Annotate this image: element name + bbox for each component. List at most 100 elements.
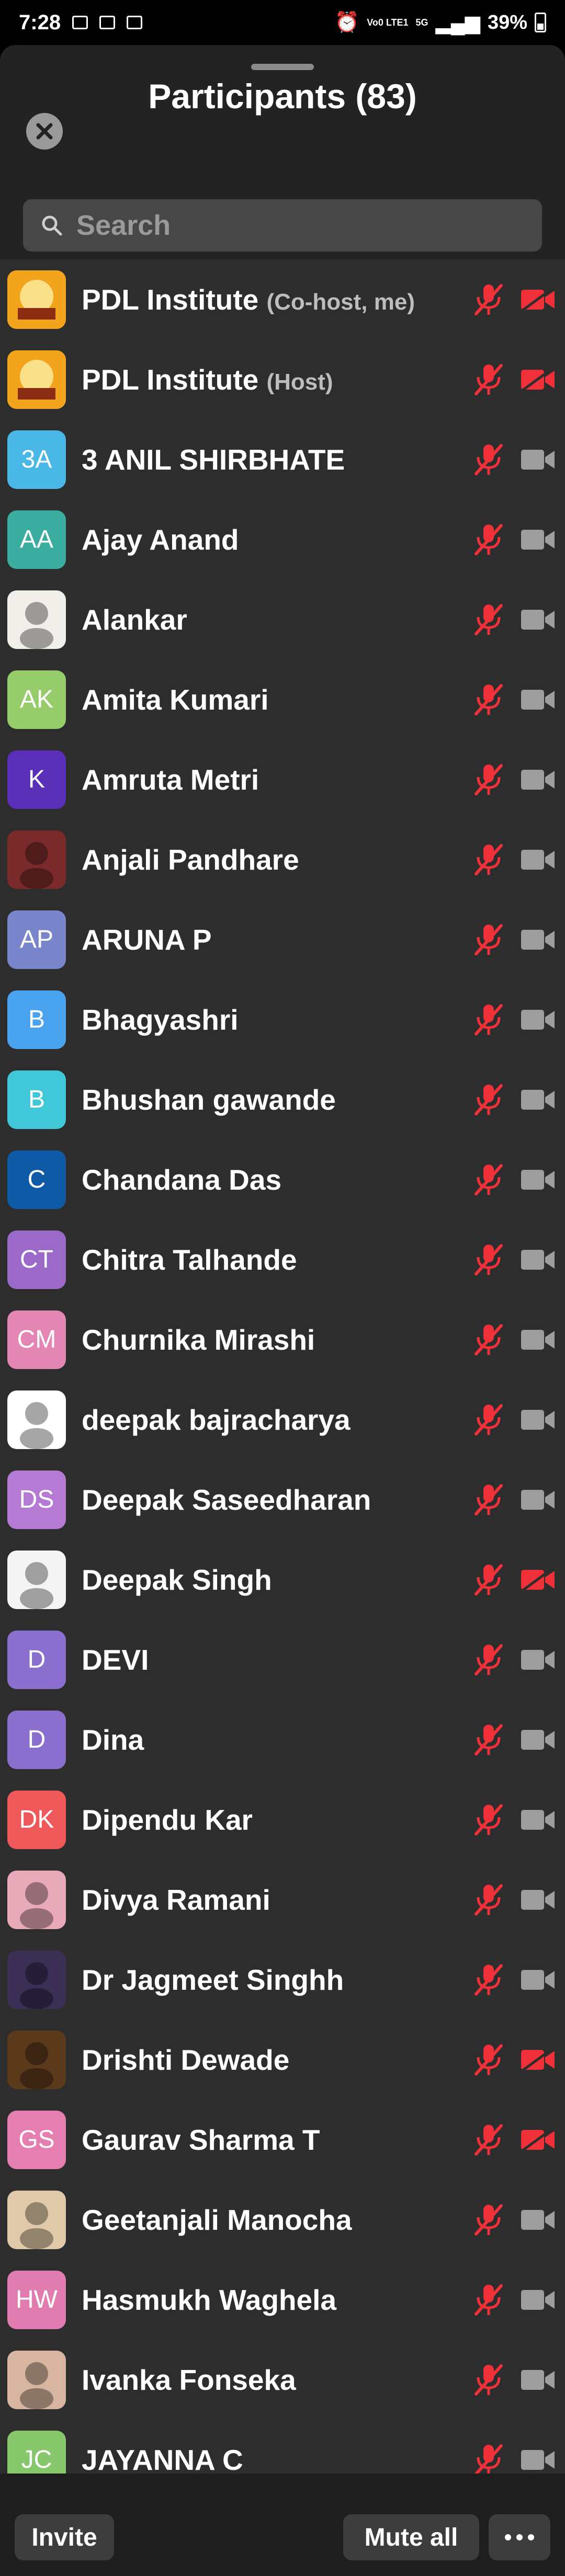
signal-icon: ▂▄▆ [435, 12, 480, 34]
microphone-muted-icon[interactable] [472, 2363, 505, 2400]
participant-row[interactable]: AA Ajay Anand [0, 499, 565, 579]
participant-row[interactable]: Anjali Pandhare [0, 819, 565, 899]
video-camera-icon[interactable] [520, 527, 557, 555]
video-camera-icon[interactable] [520, 1327, 557, 1355]
invite-button[interactable]: Invite [15, 2514, 114, 2560]
video-camera-icon[interactable] [520, 447, 557, 475]
microphone-muted-icon[interactable] [472, 1162, 505, 1200]
participant-row[interactable]: Deepak Singh [0, 1540, 565, 1620]
video-camera-icon[interactable] [520, 607, 557, 635]
microphone-muted-icon[interactable] [472, 282, 505, 320]
microphone-muted-icon[interactable] [472, 602, 505, 640]
video-camera-icon[interactable] [520, 1647, 557, 1675]
participant-row[interactable]: B Bhagyashri [0, 979, 565, 1059]
participant-row[interactable]: AK Amita Kumari [0, 659, 565, 739]
participant-row[interactable]: AP ARUNA P [0, 899, 565, 979]
participant-name: Anjali Pandhare [82, 843, 299, 876]
video-camera-icon[interactable] [520, 1407, 557, 1435]
profile-photo-icon [20, 1561, 53, 1609]
microphone-muted-icon[interactable] [472, 1803, 505, 1840]
video-camera-icon[interactable] [520, 1887, 557, 1916]
video-camera-icon[interactable] [520, 767, 557, 795]
microphone-muted-icon[interactable] [472, 1002, 505, 1040]
microphone-muted-icon[interactable] [472, 1243, 505, 1280]
participant-row[interactable]: CM Churnika Mirashi [0, 1300, 565, 1380]
microphone-muted-icon[interactable] [472, 842, 505, 880]
participant-row[interactable]: K Amruta Metri [0, 739, 565, 819]
participant-row[interactable]: deepak bajracharya [0, 1380, 565, 1460]
microphone-muted-icon[interactable] [472, 1403, 505, 1440]
microphone-muted-icon[interactable] [472, 1082, 505, 1120]
participant-row[interactable]: Ivanka Fonseka [0, 2340, 565, 2420]
microphone-muted-icon[interactable] [472, 1483, 505, 1520]
microphone-muted-icon[interactable] [472, 2283, 505, 2320]
logo-icon [7, 350, 66, 409]
video-camera-icon[interactable] [520, 1087, 557, 1115]
video-off-icon[interactable] [520, 2046, 557, 2076]
microphone-muted-icon[interactable] [472, 2043, 505, 2080]
video-camera-icon[interactable] [520, 2207, 557, 2236]
participant-row[interactable]: B Bhushan gawande [0, 1059, 565, 1139]
close-button[interactable] [26, 113, 63, 150]
participant-name-text: Hasmukh Waghela [82, 2283, 336, 2316]
video-camera-icon[interactable] [520, 2367, 557, 2396]
participant-row[interactable]: Drishti Dewade [0, 2020, 565, 2100]
participant-row[interactable]: 3A 3 ANIL SHIRBHATE [0, 419, 565, 499]
video-camera-icon[interactable] [520, 1167, 557, 1195]
microphone-muted-icon[interactable] [472, 682, 505, 720]
more-button[interactable] [489, 2514, 550, 2560]
participant-row[interactable]: DK Dipendu Kar [0, 1780, 565, 1860]
participant-row[interactable]: C Chandana Das [0, 1139, 565, 1219]
participant-row[interactable]: Alankar [0, 579, 565, 659]
participant-name: Ivanka Fonseka [82, 2363, 296, 2397]
video-camera-icon[interactable] [520, 2447, 557, 2476]
video-off-icon[interactable] [520, 1566, 557, 1595]
video-camera-icon[interactable] [520, 847, 557, 875]
video-camera-icon[interactable] [520, 1247, 557, 1275]
video-off-icon[interactable] [520, 2126, 557, 2156]
video-camera-icon[interactable] [520, 1007, 557, 1035]
video-camera-icon[interactable] [520, 1967, 557, 1996]
microphone-muted-icon[interactable] [472, 1563, 505, 1600]
microphone-muted-icon[interactable] [472, 362, 505, 400]
mute-all-button[interactable]: Mute all [343, 2514, 479, 2560]
microphone-muted-icon[interactable] [472, 1883, 505, 1920]
microphone-muted-icon[interactable] [472, 922, 505, 960]
microphone-muted-icon[interactable] [472, 1723, 505, 1760]
participant-row[interactable]: D Dina [0, 1700, 565, 1780]
avatar: AA [7, 510, 66, 569]
microphone-muted-icon[interactable] [472, 1643, 505, 1680]
microphone-muted-icon[interactable] [472, 1323, 505, 1360]
microphone-muted-icon[interactable] [472, 2123, 505, 2160]
microphone-muted-icon[interactable] [472, 522, 505, 560]
microphone-muted-icon[interactable] [472, 762, 505, 800]
participant-row[interactable]: DS Deepak Saseedharan [0, 1460, 565, 1540]
participant-row[interactable]: CT Chitra Talhande [0, 1219, 565, 1300]
participant-row[interactable]: Dr Jagmeet Singhh [0, 1940, 565, 2020]
search-bar[interactable] [23, 199, 542, 252]
search-icon [42, 215, 62, 236]
video-off-icon[interactable] [520, 286, 557, 315]
participant-row[interactable]: PDL Institute (Co-host, me) [0, 259, 565, 339]
video-camera-icon[interactable] [520, 1487, 557, 1515]
video-camera-icon[interactable] [520, 1727, 557, 1756]
video-camera-icon[interactable] [520, 1807, 557, 1836]
search-input[interactable] [75, 209, 522, 242]
participant-row[interactable]: PDL Institute (Host) [0, 339, 565, 419]
microphone-muted-icon[interactable] [472, 442, 505, 480]
microphone-muted-icon[interactable] [472, 2203, 505, 2240]
participant-row[interactable]: Geetanjali Manocha [0, 2180, 565, 2260]
participant-row[interactable]: D DEVI [0, 1620, 565, 1700]
participant-row[interactable]: Divya Ramani [0, 1860, 565, 1940]
drag-handle[interactable] [251, 64, 314, 70]
video-camera-icon[interactable] [520, 687, 557, 715]
video-camera-icon[interactable] [520, 2287, 557, 2316]
microphone-muted-icon[interactable] [472, 1963, 505, 2000]
participant-name-text: Deepak Saseedharan [82, 1483, 371, 1516]
participant-row[interactable]: HW Hasmukh Waghela [0, 2260, 565, 2340]
participant-list[interactable]: PDL Institute (Co-host, me) PDL Institute… [0, 259, 565, 2518]
avatar: GS [7, 2110, 66, 2169]
participant-row[interactable]: GS Gaurav Sharma T [0, 2100, 565, 2180]
video-off-icon[interactable] [520, 366, 557, 395]
video-camera-icon[interactable] [520, 927, 557, 955]
